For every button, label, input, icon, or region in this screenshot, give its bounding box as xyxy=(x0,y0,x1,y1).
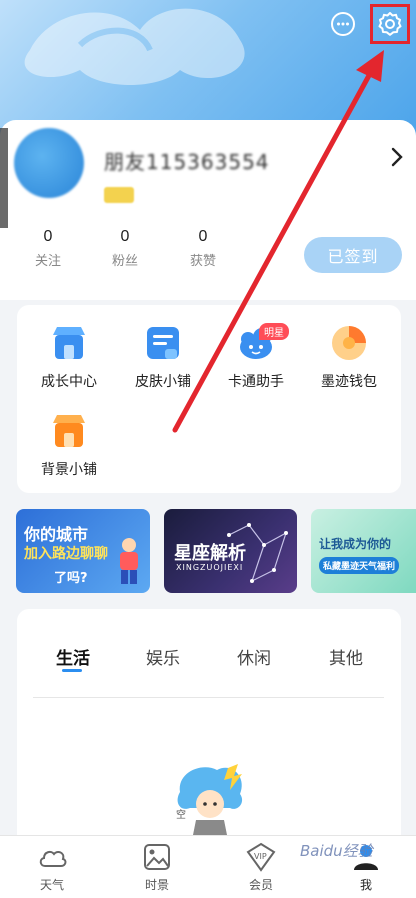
tab-other[interactable]: 其他 xyxy=(329,644,363,669)
service-label: 皮肤小铺 xyxy=(135,374,191,390)
empty-state-illustration: 空 xyxy=(176,764,243,840)
vip-icon: VIP xyxy=(245,842,277,872)
banner-become[interactable]: 让我成为你的 私藏墨迹天气福利 xyxy=(311,509,416,593)
tab-leisure[interactable]: 休闲 xyxy=(237,644,271,669)
stat-value: 0 xyxy=(43,228,53,245)
avatar[interactable] xyxy=(14,128,84,198)
checkin-button[interactable]: 已签到 xyxy=(304,237,402,273)
nav-label: 时景 xyxy=(144,878,169,892)
service-label: 成长中心 xyxy=(41,374,97,390)
divider xyxy=(33,697,384,698)
nav-label: 天气 xyxy=(39,878,64,892)
watermark: Baidu经验 xyxy=(300,842,373,860)
tab-entertainment[interactable]: 娱乐 xyxy=(146,644,180,669)
image-icon xyxy=(141,842,173,872)
nav-label: 会员 xyxy=(248,878,273,892)
stat-label: 获赞 xyxy=(189,254,216,269)
person-illustration xyxy=(120,538,138,584)
cloud-icon xyxy=(36,842,68,872)
nav-vip[interactable]: VIP 会员 xyxy=(231,842,291,893)
stat-label: 关注 xyxy=(34,254,61,269)
services-card: 成长中心 皮肤小铺 卡通助手 墨迹钱包 背景小铺 xyxy=(17,305,401,493)
level-badge xyxy=(104,187,134,203)
tab-life[interactable]: 生活 xyxy=(56,644,90,669)
skin-icon xyxy=(143,323,183,363)
svg-text:VIP: VIP xyxy=(254,852,267,861)
service-skin-shop[interactable]: 皮肤小铺 xyxy=(118,323,208,391)
cloud-swirl-decoration xyxy=(24,8,245,85)
settings-highlight-box xyxy=(370,4,410,44)
chat-bubble-icon[interactable] xyxy=(327,8,359,40)
shop-icon xyxy=(49,323,89,363)
nav-weather[interactable]: 天气 xyxy=(22,842,82,893)
nav-label: 我 xyxy=(359,878,372,892)
stat-value: 0 xyxy=(198,228,208,245)
stat-label: 粉丝 xyxy=(111,254,138,269)
service-wallet[interactable]: 墨迹钱包 xyxy=(304,323,394,391)
banner-zodiac[interactable]: 星座解析 XINGZUOJIEXI xyxy=(164,509,297,593)
service-label: 卡通助手 xyxy=(228,374,284,390)
service-growth-center[interactable]: 成长中心 xyxy=(24,323,114,391)
service-label: 墨迹钱包 xyxy=(321,374,377,390)
shop-icon xyxy=(49,411,89,451)
username[interactable]: 朋友115363554 xyxy=(104,146,270,175)
service-label: 背景小铺 xyxy=(41,462,97,478)
avatar-edge xyxy=(0,128,8,228)
banner-zodiac-sub: XINGZUOJIEXI xyxy=(176,563,244,572)
active-tab-indicator xyxy=(62,669,82,672)
service-badge: 明星 xyxy=(259,323,289,340)
banner-city-line2: 加入路边聊聊 xyxy=(24,546,108,562)
stat-following[interactable]: 0 关注 xyxy=(23,228,73,269)
chevron-right-icon[interactable] xyxy=(387,146,407,168)
service-background-shop[interactable]: 背景小铺 xyxy=(24,411,114,479)
stat-fans[interactable]: 0 粉丝 xyxy=(100,228,150,269)
banner-city-line3: 了吗? xyxy=(54,571,88,586)
banner-city-line1: 你的城市 xyxy=(24,525,89,544)
banner-become-title: 让我成为你的 xyxy=(319,537,392,551)
banner-become-sub: 私藏墨迹天气福利 xyxy=(319,557,400,574)
banner-city-chat[interactable]: 你的城市 加入路边聊聊 了吗? xyxy=(16,509,150,593)
wallet-icon xyxy=(329,323,369,363)
stat-likes[interactable]: 0 获赞 xyxy=(178,228,228,269)
banner-zodiac-title: 星座解析 xyxy=(174,543,246,564)
stat-value: 0 xyxy=(120,228,130,245)
nav-scenery[interactable]: 时景 xyxy=(127,842,187,893)
svg-text:空: 空 xyxy=(176,808,186,821)
